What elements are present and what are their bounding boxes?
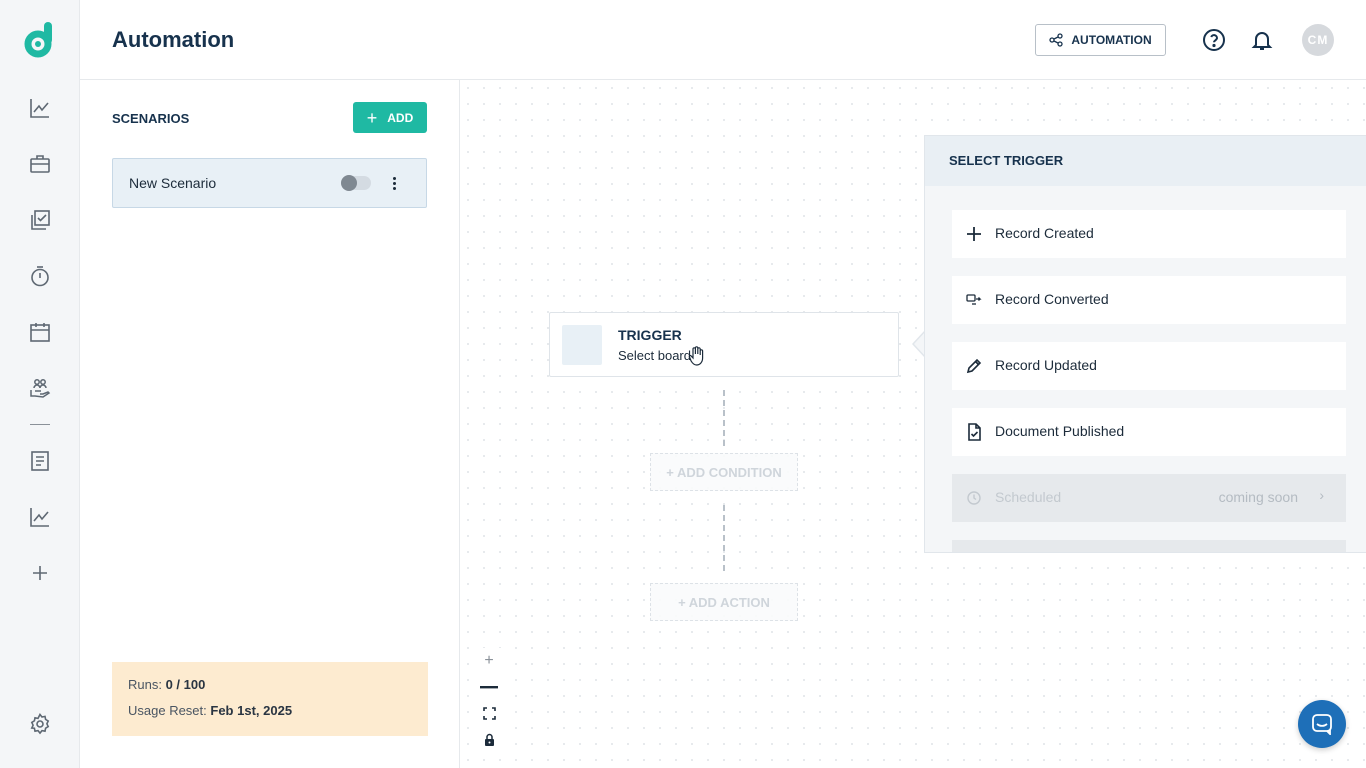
clock-icon xyxy=(964,488,984,508)
chat-widget-button[interactable] xyxy=(1298,700,1346,748)
zoom-controls: + xyxy=(476,648,502,752)
automation-button-label: AUTOMATION xyxy=(1071,33,1152,47)
chat-icon xyxy=(1312,714,1332,735)
sidebar-item-tasks[interactable] xyxy=(28,208,52,232)
trigger-option-document-published[interactable]: Document Published xyxy=(952,408,1346,456)
sidebar-item-briefcase[interactable] xyxy=(28,152,52,176)
hand-cursor-icon xyxy=(688,346,704,366)
select-trigger-title: SELECT TRIGGER xyxy=(949,153,1064,168)
checklist-icon xyxy=(31,210,50,230)
trigger-option-label: Document Published xyxy=(995,423,1125,439)
sidebar-divider xyxy=(30,424,50,425)
plus-icon xyxy=(964,224,984,244)
trigger-option-record-updated[interactable]: Record Updated xyxy=(952,342,1346,390)
line-chart-icon xyxy=(30,508,49,527)
share-nodes-icon xyxy=(1049,33,1064,47)
add-condition-button[interactable]: + ADD CONDITION xyxy=(650,453,798,491)
trigger-option-label: Record Updated xyxy=(995,357,1097,373)
trigger-node-subtitle: Select board xyxy=(618,348,691,363)
trigger-option-label: Scheduled xyxy=(995,489,1062,505)
sidebar-item-documents[interactable] xyxy=(28,449,52,473)
convert-icon xyxy=(964,290,984,310)
plus-icon: + xyxy=(366,107,378,128)
page-title: Automation xyxy=(112,27,235,52)
connector-line xyxy=(723,505,725,571)
runs-value: 0 / 100 xyxy=(165,677,206,692)
top-header: Automation AUTOMATION CM xyxy=(80,0,1366,80)
scenario-list-item[interactable]: New Scenario xyxy=(112,158,427,208)
select-trigger-header: SELECT TRIGGER xyxy=(925,136,1366,186)
document-icon xyxy=(31,451,49,471)
usage-reset-label: Usage Reset: xyxy=(128,703,207,718)
connector-line xyxy=(723,390,725,446)
sidebar-item-customers[interactable] xyxy=(28,376,52,400)
fit-view-icon[interactable] xyxy=(476,700,502,726)
app-logo-icon[interactable] xyxy=(24,22,56,58)
user-avatar[interactable]: CM xyxy=(1302,24,1334,56)
usage-reset-value: Feb 1st, 2025 xyxy=(210,703,293,718)
add-scenario-label: ADD xyxy=(387,110,414,125)
stopwatch-icon xyxy=(31,266,49,287)
trigger-option-scheduled: Scheduled coming soon › xyxy=(952,474,1346,522)
select-trigger-panel: SELECT TRIGGER Record Created Record Con… xyxy=(924,135,1366,553)
trigger-option-label: Record Created xyxy=(995,225,1094,241)
automation-button[interactable]: AUTOMATION xyxy=(1035,24,1166,56)
zoom-in-icon[interactable]: + xyxy=(476,648,502,674)
trigger-option-partial xyxy=(952,540,1346,552)
lock-icon[interactable] xyxy=(476,726,502,752)
add-scenario-button[interactable]: + ADD xyxy=(353,102,427,133)
line-chart-icon xyxy=(30,99,49,118)
sidebar-item-settings[interactable] xyxy=(28,712,52,736)
runs-label: Runs: xyxy=(128,677,162,692)
pencil-icon xyxy=(964,356,984,376)
trigger-option-label: Record Converted xyxy=(995,291,1109,307)
scenario-name: New Scenario xyxy=(129,175,217,191)
trigger-option-record-created[interactable]: Record Created xyxy=(952,210,1346,258)
trigger-node-thumbnail xyxy=(562,325,602,365)
scenarios-panel: SCENARIOS + ADD New Scenario Runs: 0 / 1… xyxy=(80,80,460,768)
scenarios-title: SCENARIOS xyxy=(112,111,190,126)
trigger-node[interactable]: TRIGGER Select board xyxy=(549,312,899,377)
sidebar-item-add[interactable] xyxy=(28,561,52,585)
hand-people-icon xyxy=(30,379,51,398)
help-icon[interactable] xyxy=(1202,28,1226,52)
scenario-enable-toggle[interactable] xyxy=(341,175,371,191)
sidebar-item-analytics[interactable] xyxy=(28,96,52,120)
gear-icon xyxy=(30,713,50,735)
usage-info: Runs: 0 / 100 Usage Reset: Feb 1st, 2025 xyxy=(112,662,428,736)
notification-bell-icon[interactable] xyxy=(1250,28,1274,52)
document-check-icon xyxy=(964,422,984,442)
sidebar-item-timer[interactable] xyxy=(28,264,52,288)
trigger-option-record-converted[interactable]: Record Converted xyxy=(952,276,1346,324)
chevron-right-icon: › xyxy=(1319,487,1324,503)
coming-soon-badge: coming soon xyxy=(1218,489,1298,505)
sidebar-item-calendar[interactable] xyxy=(28,320,52,344)
plus-icon xyxy=(33,566,47,580)
sidebar-item-reports[interactable] xyxy=(28,505,52,529)
add-action-button[interactable]: + ADD ACTION xyxy=(650,583,798,621)
trigger-node-title: TRIGGER xyxy=(618,327,682,343)
briefcase-icon xyxy=(30,155,50,173)
zoom-out-icon[interactable] xyxy=(476,674,502,700)
calendar-icon xyxy=(30,323,50,342)
more-options-icon[interactable] xyxy=(386,173,402,193)
sidebar-rail xyxy=(0,0,80,768)
